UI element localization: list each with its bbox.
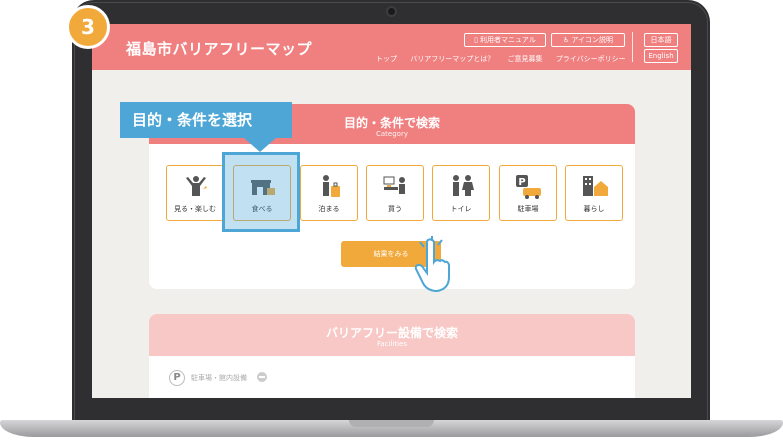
category-living[interactable]: 暮らし: [565, 165, 623, 221]
main-nav: トップ バリアフリーマップとは？ ご意見募集 プライバシーポリシー: [376, 54, 637, 64]
manual-label: 利用者マニュアル: [480, 36, 536, 44]
collapse-icon[interactable]: [257, 372, 267, 382]
site-header: 福島市バリアフリーマップ ▯ 利用者マニュアル ♿ アイコン説明 日本語 Engli…: [92, 24, 691, 70]
shopping-icon: [383, 176, 405, 194]
wheelchair-icon: ♿: [563, 36, 570, 44]
parking-facility-label[interactable]: 駐車場・館内設備: [191, 373, 247, 383]
sightseeing-icon: [186, 176, 207, 196]
category-label: 暮らし: [583, 205, 605, 213]
laptop-notch: [349, 420, 434, 427]
camera-icon: [386, 6, 397, 17]
category-label: トイレ: [450, 205, 472, 213]
nav-top[interactable]: トップ: [376, 55, 397, 63]
facility-search-card: バリアフリー設備で検索 Facilities P 駐車場・館内設備: [149, 314, 635, 398]
site-title[interactable]: 福島市バリアフリーマップ: [126, 38, 312, 59]
callout-arrow: [244, 138, 276, 152]
facility-title: バリアフリー設備で検索: [325, 326, 458, 340]
hotel-icon: [323, 175, 340, 197]
instruction-callout: 目的・条件を選択: [120, 102, 292, 138]
category-label: 買う: [388, 205, 402, 213]
category-hotel[interactable]: 泊まる: [300, 165, 358, 221]
category-label: 駐車場: [517, 205, 539, 213]
category-label: 見る・楽しむ: [174, 205, 216, 213]
living-icon: [583, 176, 608, 196]
nav-about[interactable]: バリアフリーマップとは？: [410, 55, 494, 63]
nav-privacy[interactable]: プライバシーポリシー: [556, 55, 626, 63]
parking-icon: P: [516, 175, 541, 199]
lang-ja-button[interactable]: 日本語: [644, 33, 678, 47]
selection-highlight: [222, 152, 300, 232]
category-toilet[interactable]: トイレ: [432, 165, 490, 221]
facility-subtitle: Facilities: [377, 340, 407, 348]
icon-description-label: アイコン説明: [571, 36, 613, 44]
lang-en-button[interactable]: English: [644, 49, 678, 63]
icon-description-button[interactable]: ♿ アイコン説明: [551, 33, 625, 47]
step-number-badge: 3: [66, 5, 110, 49]
category-label: 泊まる: [318, 205, 340, 213]
phone-icon: ▯: [474, 36, 479, 44]
toilet-icon: [453, 175, 474, 196]
manual-button[interactable]: ▯ 利用者マニュアル: [464, 33, 546, 47]
nav-feedback[interactable]: ご意見募集: [507, 55, 542, 63]
category-sightseeing[interactable]: 見る・楽しむ: [166, 165, 224, 221]
parking-badge-icon: P: [169, 370, 185, 386]
svg-text:P: P: [518, 177, 525, 188]
category-shopping[interactable]: 買う: [366, 165, 424, 221]
facility-card-header: バリアフリー設備で検索 Facilities: [149, 314, 635, 356]
pointer-hand-icon: [414, 236, 450, 293]
category-parking[interactable]: P 駐車場: [499, 165, 557, 221]
screen: 福島市バリアフリーマップ ▯ 利用者マニュアル ♿ アイコン説明 日本語 Engli…: [92, 24, 691, 398]
